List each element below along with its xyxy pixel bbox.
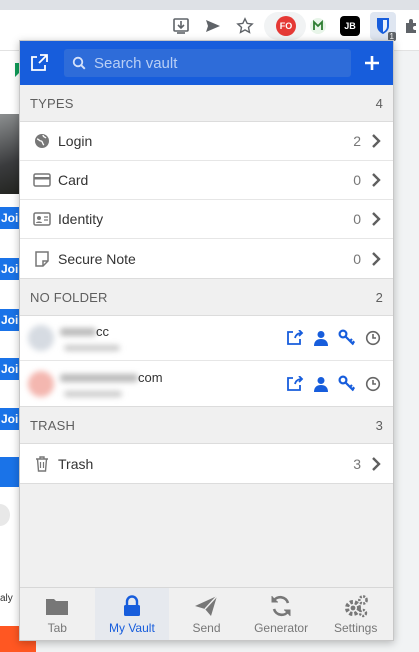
vault-item-row[interactable]: com: [20, 361, 393, 406]
vault-item-text: cc: [60, 318, 285, 358]
tab-send[interactable]: Send: [169, 588, 244, 640]
trash-section-header: TRASH 3: [20, 407, 393, 443]
vault-item-actions: [285, 374, 383, 394]
section-title: TRASH: [30, 417, 76, 433]
chevron-right-icon: [369, 456, 383, 472]
type-row-identity[interactable]: Identity 0: [20, 200, 393, 239]
folder-icon: [44, 594, 70, 618]
install-icon[interactable]: [171, 16, 191, 36]
lock-icon: [119, 594, 145, 618]
tab-tab[interactable]: Tab: [20, 588, 95, 640]
bitwarden-popup: TYPES 4 Login 2 Card 0: [19, 40, 394, 641]
id-card-icon: [32, 209, 52, 229]
chevron-right-icon: [369, 211, 383, 227]
vault-item-name-suffix: cc: [96, 324, 109, 339]
copy-password-icon[interactable]: [337, 328, 357, 348]
launch-icon[interactable]: [285, 374, 305, 394]
refresh-icon: [268, 594, 294, 618]
copy-password-icon[interactable]: [337, 374, 357, 394]
send-to-device-icon[interactable]: [203, 16, 223, 36]
tab-my-vault[interactable]: My Vault: [94, 588, 170, 640]
tab-label: Send: [192, 620, 221, 635]
vault-item-text: com: [60, 364, 285, 404]
tab-settings[interactable]: Settings: [318, 588, 393, 640]
launch-icon[interactable]: [285, 328, 305, 348]
tab-label: My Vault: [108, 620, 155, 635]
row-label: Identity: [58, 211, 104, 227]
site-favicon: [28, 370, 54, 397]
trash-list: Trash 3: [20, 443, 393, 484]
fo-extension-icon[interactable]: FO: [276, 16, 296, 36]
section-title: NO FOLDER: [30, 289, 108, 305]
types-section-header: TYPES 4: [20, 85, 393, 121]
page-snippet-text: aly: [0, 593, 13, 604]
trash-icon: [32, 454, 52, 474]
redacted-username: [64, 390, 122, 397]
row-label: Login: [58, 133, 93, 149]
type-row-secure-note[interactable]: Secure Note 0: [20, 239, 393, 278]
vault-item-name-suffix: com: [138, 369, 163, 385]
globe-icon: [32, 131, 52, 151]
add-item-button[interactable]: [361, 52, 383, 74]
copy-totp-icon[interactable]: [363, 328, 383, 348]
vault-item-row[interactable]: cc: [20, 316, 393, 361]
copy-username-icon[interactable]: [311, 374, 331, 394]
cogs-icon: [343, 594, 369, 618]
search-input[interactable]: [94, 49, 351, 77]
no-folder-section-header: NO FOLDER 2: [20, 279, 393, 315]
site-favicon: [28, 325, 54, 351]
section-title: TYPES: [30, 95, 74, 111]
section-count: 2: [375, 289, 383, 305]
popup-header: [20, 41, 393, 85]
tab-label: Tab: [47, 620, 67, 635]
row-count: 3: [353, 455, 361, 472]
row-label: Card: [58, 172, 89, 188]
search-box: [64, 49, 351, 77]
tab-label: Settings: [333, 620, 378, 635]
trash-row[interactable]: Trash 3: [20, 444, 393, 483]
pop-out-icon: [31, 54, 48, 71]
row-count: 2: [353, 133, 361, 149]
row-label: Secure Note: [58, 250, 136, 267]
tab-generator[interactable]: Generator: [244, 588, 319, 640]
copy-totp-icon[interactable]: [363, 374, 383, 394]
vault-item-actions: [285, 328, 383, 348]
extensions-puzzle-icon[interactable]: [402, 16, 419, 36]
pop-out-button[interactable]: [28, 52, 50, 74]
row-count: 0: [353, 250, 361, 267]
grammar-extension-icon[interactable]: [308, 16, 328, 36]
bottom-tab-bar: Tab My Vault Send Generator Settings: [20, 587, 393, 640]
redacted-username: [64, 345, 120, 351]
plus-icon: [365, 56, 379, 70]
tab-label: Generator: [254, 620, 309, 635]
search-icon: [64, 49, 94, 77]
type-row-login[interactable]: Login 2: [20, 122, 393, 161]
star-icon[interactable]: [235, 16, 255, 36]
row-label: Trash: [58, 455, 94, 472]
note-icon: [32, 249, 52, 269]
copy-username-icon[interactable]: [311, 328, 331, 348]
row-count: 0: [353, 172, 361, 188]
chevron-right-icon: [369, 172, 383, 188]
vault-content: TYPES 4 Login 2 Card 0 Identity 0 Secure…: [20, 85, 393, 585]
card-icon: [32, 170, 52, 190]
bitwarden-extension-button[interactable]: 1: [370, 12, 396, 41]
jb-extension-icon[interactable]: JB: [340, 16, 360, 36]
send-icon: [193, 594, 219, 618]
redacted-name: [60, 373, 138, 382]
type-row-card[interactable]: Card 0: [20, 161, 393, 200]
page-round-element: [0, 504, 10, 526]
row-count: 0: [353, 211, 361, 227]
section-count: 4: [375, 95, 383, 111]
chevron-right-icon: [369, 251, 383, 267]
redacted-name: [60, 328, 96, 336]
no-folder-list: cc com: [20, 315, 393, 407]
types-list: Login 2 Card 0 Identity 0 Secure Note 0: [20, 121, 393, 279]
chevron-right-icon: [369, 133, 383, 149]
section-count: 3: [375, 417, 383, 433]
tab-strip: [0, 0, 419, 10]
